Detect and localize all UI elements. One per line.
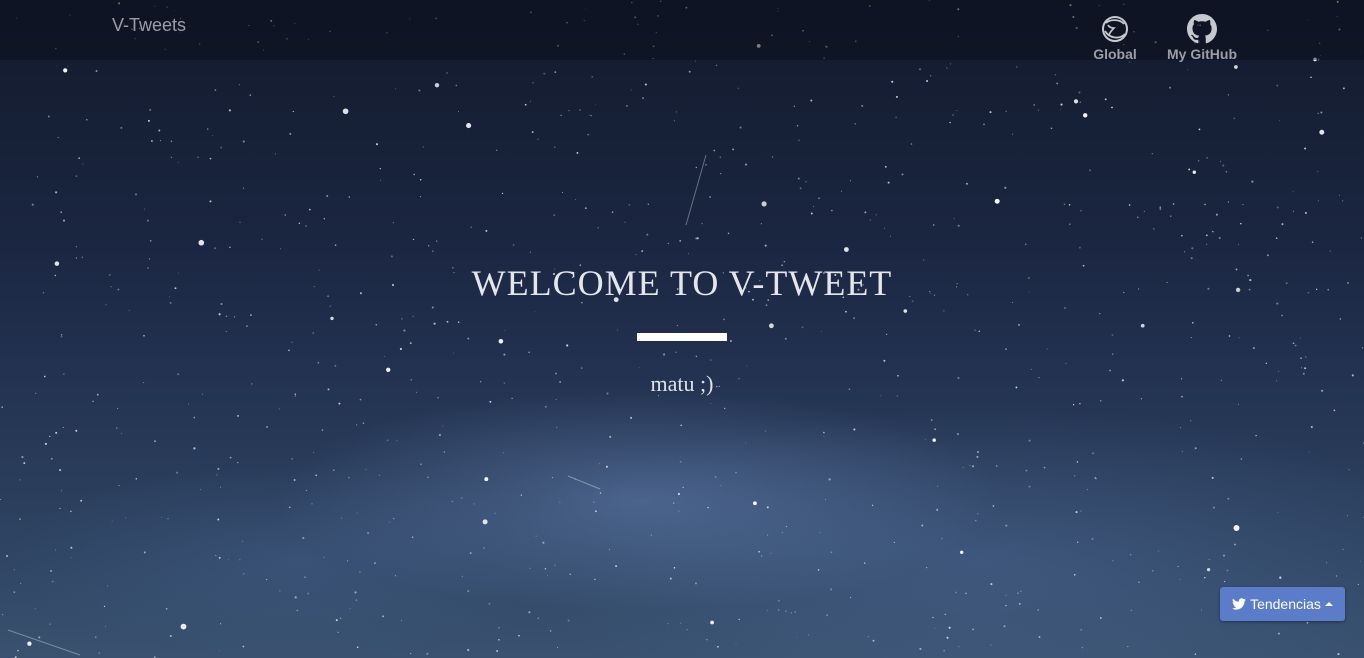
hero: WELCOME TO V-TWEET matu ;) [0, 262, 1364, 397]
twitter-bird-icon [1232, 598, 1247, 610]
globe-icon [1102, 16, 1128, 42]
hero-divider [637, 333, 727, 341]
nav-global-label: Global [1093, 46, 1137, 62]
nav-github[interactable]: My GitHub [1166, 14, 1238, 62]
trends-button-label: Tendencias [1250, 596, 1321, 612]
nav-global[interactable]: Global [1093, 14, 1137, 62]
page: V-Tweets Global My GitHub WELCOME TO V-T… [0, 0, 1364, 658]
navbar: V-Tweets Global My GitHub [0, 0, 1364, 62]
brand-link[interactable]: V-Tweets [112, 15, 186, 36]
trends-button[interactable]: Tendencias [1220, 587, 1345, 621]
page-title: WELCOME TO V-TWEET [471, 263, 893, 303]
hero-subtitle: matu ;) [650, 371, 714, 396]
nav-github-label: My GitHub [1167, 46, 1237, 62]
caret-up-icon [1324, 602, 1333, 606]
github-icon [1187, 14, 1217, 44]
